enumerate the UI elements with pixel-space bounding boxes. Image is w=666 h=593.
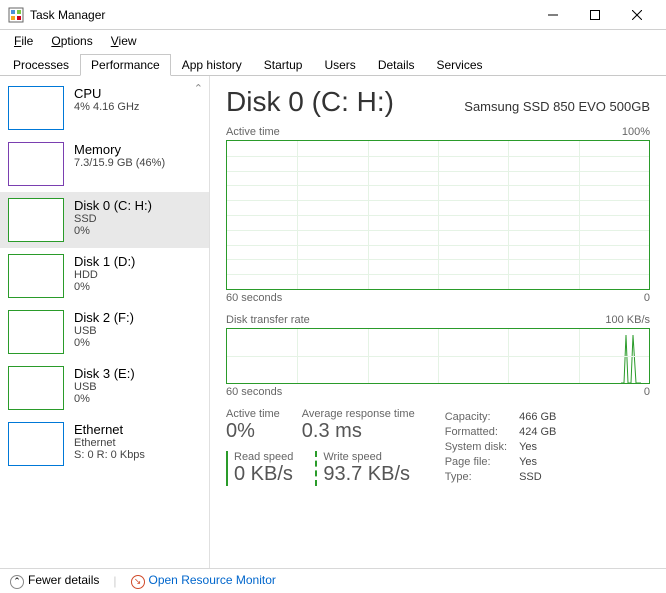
stat-write-label: Write speed [323, 451, 410, 463]
sidebar-item-disk[interactable]: Disk 1 (D:)HDD0% [0, 248, 209, 304]
sidebar-item-disk[interactable]: Disk 2 (F:)USB0% [0, 304, 209, 360]
chart1-label: Active time [226, 126, 280, 138]
maximize-button[interactable] [574, 1, 616, 29]
close-button[interactable] [616, 1, 658, 29]
chart1-xleft: 60 seconds [226, 292, 282, 304]
sidebar-item-sub2: 0% [74, 337, 134, 349]
window-title: Task Manager [30, 8, 532, 22]
sidebar-item-sub: Ethernet [74, 437, 145, 449]
tab-details[interactable]: Details [367, 54, 426, 76]
sidebar-item-disk[interactable]: Disk 3 (E:)USB0% [0, 360, 209, 416]
sidebar-item-sub: 4% 4.16 GHz [74, 101, 139, 113]
stat-active-label: Active time [226, 408, 280, 420]
thumb-chart-icon [8, 86, 64, 130]
menu-view[interactable]: View [103, 32, 145, 50]
kv-row: Page file:Yes [445, 456, 557, 469]
tab-users[interactable]: Users [313, 54, 366, 76]
thumb-chart-icon [8, 198, 64, 242]
kv-row: System disk:Yes [445, 440, 557, 453]
kv-row: Capacity:466 GB [445, 410, 557, 423]
stat-avg-value: 0.3 ms [302, 420, 415, 443]
sidebar-item-cpu[interactable]: CPU4% 4.16 GHz [0, 80, 209, 136]
thumb-chart-icon [8, 310, 64, 354]
sidebar-item-sub2: S: 0 R: 0 Kbps [74, 449, 145, 461]
tab-services[interactable]: Services [426, 54, 494, 76]
transfer-spike-icon [621, 331, 641, 383]
chart1-max: 100% [622, 126, 650, 138]
sidebar[interactable]: ⌃ CPU4% 4.16 GHzMemory7.3/15.9 GB (46%)D… [0, 76, 210, 568]
resmon-icon: ↘ [131, 575, 145, 589]
sidebar-item-sub: USB [74, 325, 134, 337]
stat-write-value: 93.7 KB/s [323, 463, 410, 486]
titlebar: Task Manager [0, 0, 666, 30]
sidebar-item-sub: USB [74, 381, 135, 393]
main-panel: Disk 0 (C: H:) Samsung SSD 850 EVO 500GB… [210, 76, 666, 568]
sidebar-item-title: Ethernet [74, 422, 145, 437]
scroll-up-icon[interactable]: ⌃ [194, 82, 203, 95]
minimize-button[interactable] [532, 1, 574, 29]
tab-app-history[interactable]: App history [171, 54, 253, 76]
chart2-max: 100 KB/s [605, 314, 650, 326]
chart2-label: Disk transfer rate [226, 314, 310, 326]
thumb-chart-icon [8, 366, 64, 410]
sidebar-item-title: Memory [74, 142, 165, 157]
thumb-chart-icon [8, 142, 64, 186]
tab-processes[interactable]: Processes [2, 54, 80, 76]
sidebar-item-title: Disk 2 (F:) [74, 310, 134, 325]
sidebar-item-title: CPU [74, 86, 139, 101]
chart1-xright: 0 [644, 292, 650, 304]
menu-file[interactable]: File [6, 32, 41, 50]
kv-row: Type:SSD [445, 471, 557, 484]
thumb-chart-icon [8, 422, 64, 466]
sidebar-item-ethernet[interactable]: EthernetEthernetS: 0 R: 0 Kbps [0, 416, 209, 472]
menubar: File Options View [0, 30, 666, 52]
sidebar-item-disk[interactable]: Disk 0 (C: H:)SSD0% [0, 192, 209, 248]
tab-bar: ProcessesPerformanceApp historyStartupUs… [0, 52, 666, 76]
kv-row: Formatted:424 GB [445, 425, 557, 438]
chart2-xright: 0 [644, 386, 650, 398]
fewer-details-button[interactable]: ⌃Fewer details [10, 573, 99, 589]
sidebar-item-sub: SSD [74, 213, 152, 225]
app-icon [8, 7, 24, 23]
stat-active-value: 0% [226, 420, 280, 443]
footer: ⌃Fewer details | ↘Open Resource Monitor [0, 568, 666, 593]
menu-options[interactable]: Options [43, 32, 100, 50]
active-time-chart[interactable] [226, 140, 650, 290]
tab-performance[interactable]: Performance [80, 54, 171, 76]
device-model: Samsung SSD 850 EVO 500GB [464, 99, 650, 114]
sidebar-item-title: Disk 3 (E:) [74, 366, 135, 381]
chevron-up-icon: ⌃ [10, 575, 24, 589]
stat-read-label: Read speed [234, 451, 293, 463]
sidebar-item-sub: 7.3/15.9 GB (46%) [74, 157, 165, 169]
sidebar-item-memory[interactable]: Memory7.3/15.9 GB (46%) [0, 136, 209, 192]
sidebar-item-sub2: 0% [74, 225, 152, 237]
disk-properties: Capacity:466 GB Formatted:424 GB System di… [443, 408, 559, 486]
sidebar-item-title: Disk 0 (C: H:) [74, 198, 152, 213]
transfer-rate-chart[interactable] [226, 328, 650, 384]
sidebar-item-sub2: 0% [74, 393, 135, 405]
chart2-xleft: 60 seconds [226, 386, 282, 398]
open-resource-monitor-link[interactable]: ↘Open Resource Monitor [131, 573, 276, 589]
sidebar-item-title: Disk 1 (D:) [74, 254, 135, 269]
page-title: Disk 0 (C: H:) [226, 86, 394, 118]
tab-startup[interactable]: Startup [253, 54, 314, 76]
thumb-chart-icon [8, 254, 64, 298]
stat-read-value: 0 KB/s [234, 463, 293, 486]
stat-avg-label: Average response time [302, 408, 415, 420]
sidebar-item-sub2: 0% [74, 281, 135, 293]
sidebar-item-sub: HDD [74, 269, 135, 281]
